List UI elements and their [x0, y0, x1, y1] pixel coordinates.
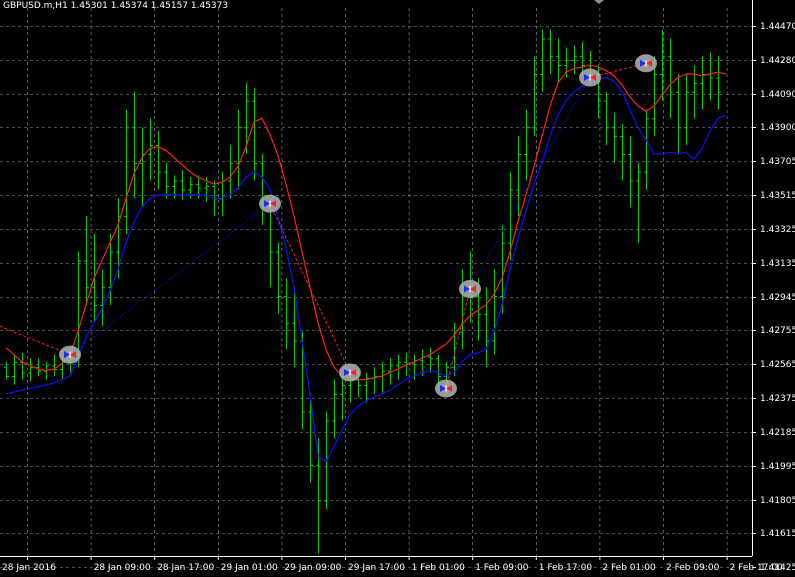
price-chart[interactable]: 1.44470 1.44280 1.44090 1.43900 1.43705 1.435… [0, 0, 795, 577]
trade-marker [435, 379, 457, 398]
price-label: 1.44090 [760, 90, 795, 100]
price-label: 1.42755 [760, 326, 795, 336]
marker-center-icon [69, 351, 71, 358]
chart-window[interactable]: GBPUSD.m,H1 1.45301 1.45374 1.45157 1.45… [0, 0, 795, 577]
trade-connector-line [445, 288, 471, 389]
time-label: 1 Feb 01:00 [412, 563, 466, 573]
price-label: 1.42185 [760, 428, 795, 438]
price-label: 1.42565 [760, 360, 795, 370]
price-label: 1.43515 [760, 191, 795, 201]
marker-center-icon [469, 285, 471, 292]
ohlc-bars [4, 29, 721, 554]
price-label: 1.41615 [760, 529, 795, 539]
time-label: 29 Jan 09:00 [284, 563, 341, 573]
time-axis[interactable]: 28 Jan 2016 28 Jan 09:00 28 Jan 17:00 29 Ja… [2, 556, 783, 573]
chart-shift-icon [594, 0, 604, 4]
trade-marker [259, 194, 281, 213]
time-label: 1 Feb 17:00 [539, 563, 593, 573]
trade-connector-line [0, 325, 71, 356]
price-label: 1.43135 [760, 259, 795, 269]
price-label: 1.41995 [760, 462, 795, 472]
marker-center-icon [269, 200, 271, 207]
trade-marker [635, 54, 657, 73]
trade-marker [339, 363, 361, 382]
time-label: 28 Jan 17:00 [157, 563, 214, 573]
marker-center-icon [589, 74, 591, 81]
trade-marker [59, 345, 81, 364]
chart-frame [0, 0, 753, 557]
trade-connector-line [69, 203, 271, 356]
price-label: 1.44280 [760, 56, 795, 66]
time-label: 2 Feb 17:00 [730, 563, 784, 573]
price-label: 1.43325 [760, 225, 795, 235]
price-label: 1.44470 [760, 22, 795, 32]
price-label: 1.42375 [760, 394, 795, 404]
time-label: 2 Feb 09:00 [666, 563, 720, 573]
price-axis[interactable]: 1.44470 1.44280 1.44090 1.43900 1.43705 1.435… [752, 22, 795, 573]
trade-connector-line [469, 77, 591, 290]
price-label: 1.43900 [760, 123, 795, 133]
trade-marker [579, 68, 601, 87]
marker-center-icon [349, 369, 351, 376]
time-label: 29 Jan 01:00 [221, 563, 278, 573]
price-label: 1.42945 [760, 293, 795, 303]
trade-marker [459, 279, 481, 298]
time-label: 1 Feb 09:00 [475, 563, 529, 573]
time-label: 2 Feb 01:00 [602, 563, 656, 573]
time-label: 28 Jan 2016 [2, 563, 56, 573]
price-label: 1.41805 [760, 496, 795, 506]
grid-lines [0, 8, 752, 568]
ma-fast-line [5, 64, 727, 381]
time-label: 29 Jan 17:00 [348, 563, 405, 573]
trade-markers [59, 54, 657, 398]
ma-slow-line [5, 76, 727, 463]
marker-center-icon [645, 60, 647, 67]
price-label: 1.43705 [760, 157, 795, 167]
marker-center-icon [445, 385, 447, 392]
time-label: 28 Jan 09:00 [94, 563, 151, 573]
